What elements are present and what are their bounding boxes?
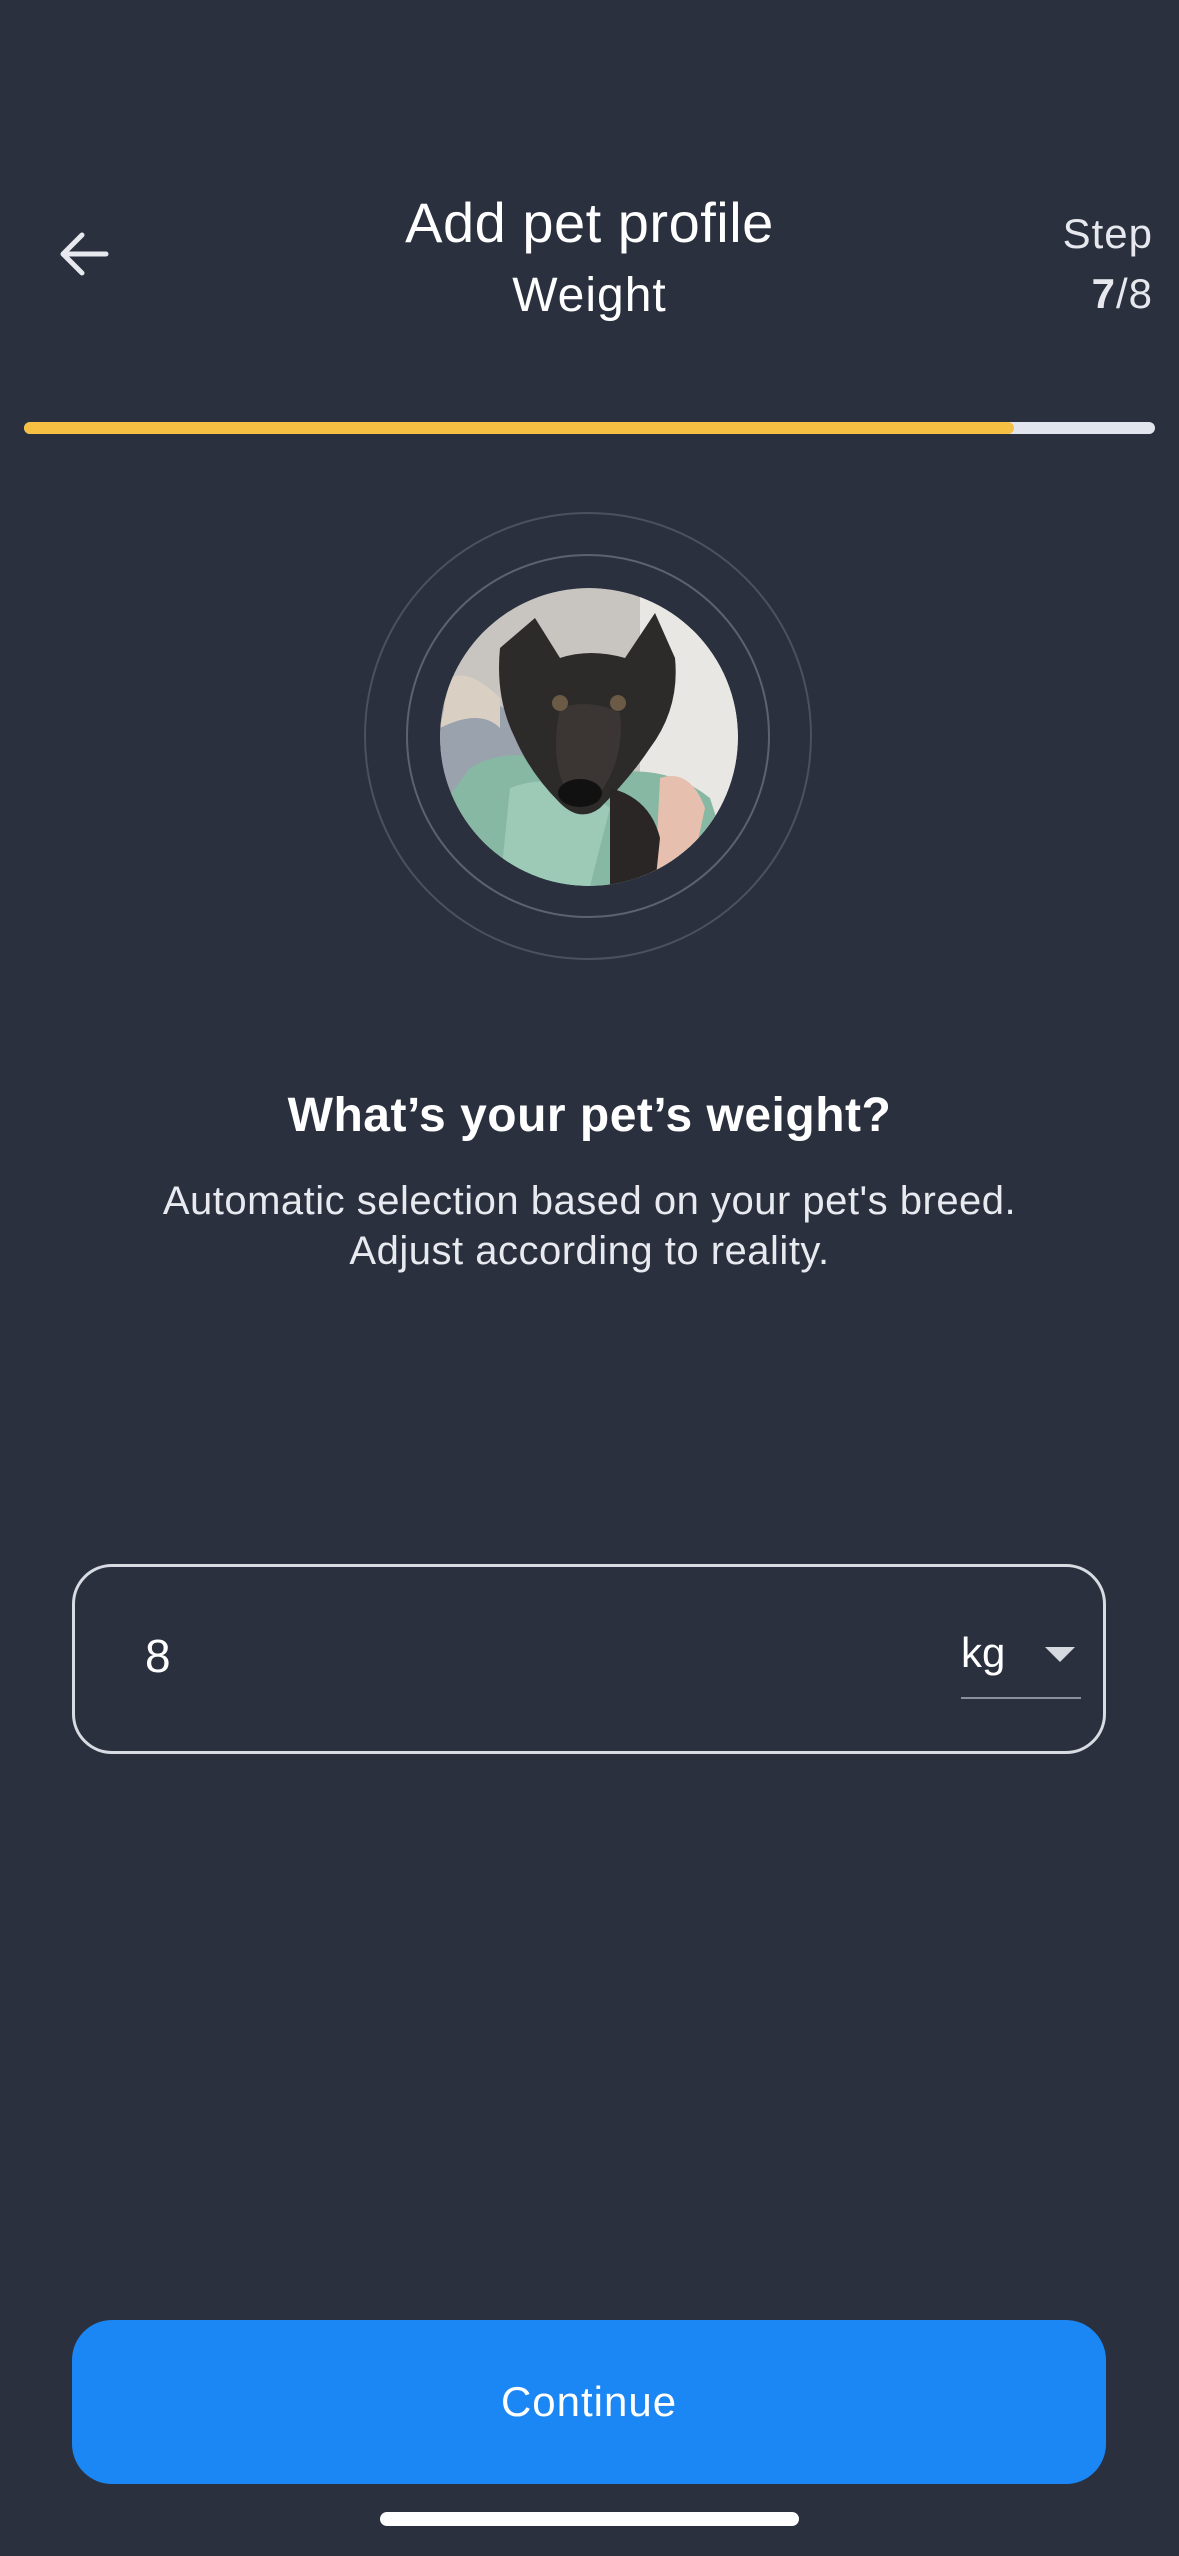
step-total: 8 [1128, 270, 1153, 317]
question-title: What’s your pet’s weight? [287, 1089, 892, 1142]
caret-down-icon [1045, 1647, 1075, 1662]
hint-line-2: Adjust according to reality. [349, 1229, 830, 1273]
unit-label: kg [961, 1629, 1006, 1676]
step-separator: / [1115, 270, 1129, 317]
step-current: 7 [1091, 270, 1116, 317]
step-indicator: Step 7/8 [993, 204, 1153, 324]
pet-photo [440, 588, 738, 886]
question-hint: Automatic selection based on your pet's … [80, 1176, 1099, 1276]
screen: Add pet profile Weight Step 7/8 What’s y… [0, 0, 1179, 2556]
continue-button[interactable]: Continue [72, 2320, 1106, 2484]
unit-dropdown[interactable]: kg [961, 1611, 1081, 1699]
weight-value[interactable]: 8 [145, 1629, 171, 1683]
home-indicator[interactable] [380, 2512, 799, 2526]
step-label: Step [1062, 210, 1153, 257]
pet-avatar[interactable] [440, 588, 738, 886]
hint-line-1: Automatic selection based on your pet's … [162, 1179, 1017, 1223]
progress-bar [24, 422, 1155, 434]
weight-input[interactable]: 8 kg [72, 1564, 1106, 1754]
progress-fill [24, 422, 1014, 434]
step-count: 7/8 [993, 264, 1153, 324]
